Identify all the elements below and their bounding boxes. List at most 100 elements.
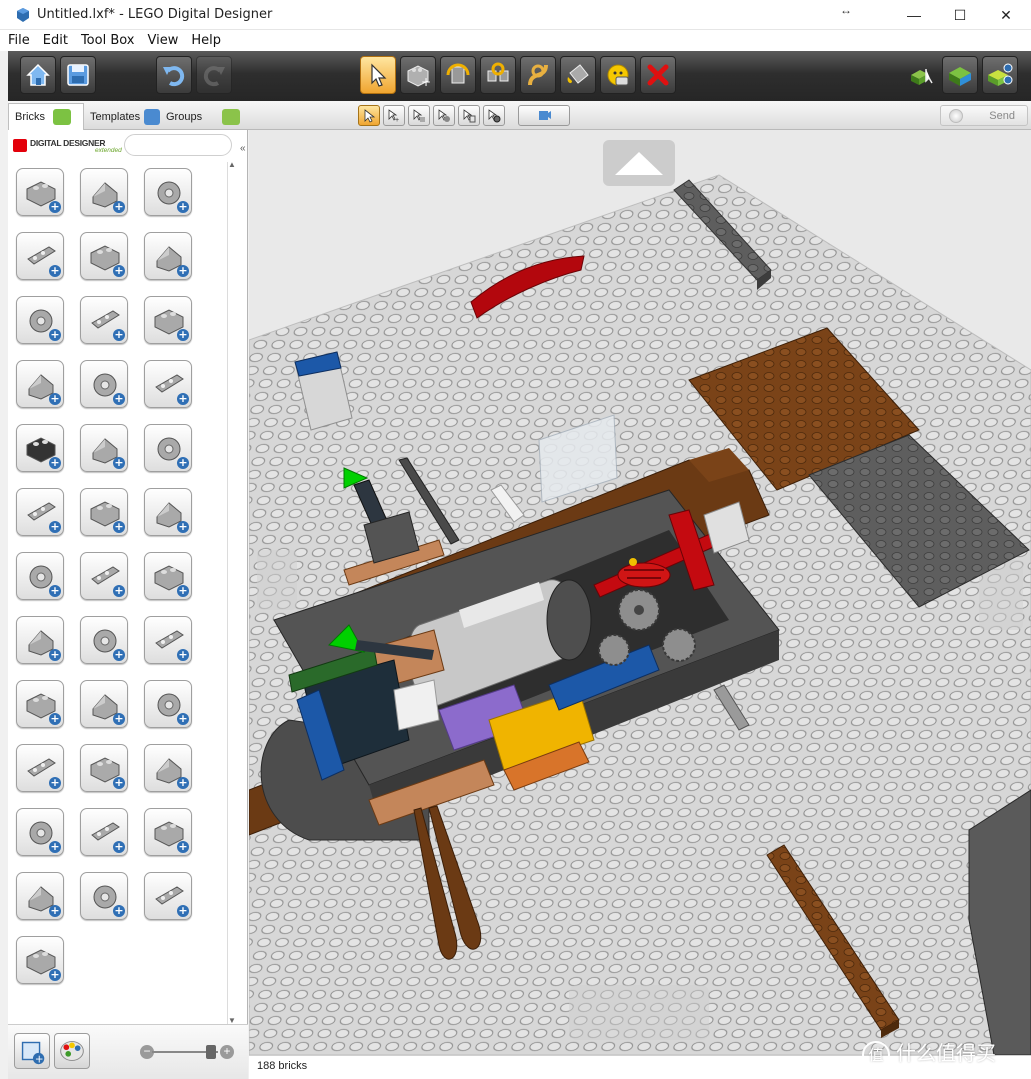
select-same-color-button[interactable]: [433, 105, 455, 126]
grey-gear[interactable]: [618, 589, 660, 631]
palette-brick-frame[interactable]: +: [144, 616, 192, 664]
menu-view[interactable]: View: [148, 33, 179, 48]
palette-brick-steering-wheel[interactable]: +: [80, 680, 128, 728]
palette-brick-slope-brick[interactable]: +: [80, 232, 128, 280]
tab-templates[interactable]: Templates: [84, 103, 160, 130]
build-mode-button[interactable]: [904, 56, 940, 94]
palette-brick-tile-special[interactable]: +: [80, 360, 128, 408]
hinge-align-tool-button[interactable]: [480, 56, 516, 94]
palette-brick-technic-liftarm[interactable]: +: [16, 488, 64, 536]
templates-tab-icon: [144, 108, 160, 125]
palette-brick-hose-reel[interactable]: +: [16, 744, 64, 792]
camera-pan-up-icon[interactable]: [603, 140, 675, 186]
palette-brick-track[interactable]: +: [144, 680, 192, 728]
building-guide-button[interactable]: [982, 56, 1018, 94]
palette-brick-curved-panel[interactable]: +: [16, 552, 64, 600]
camera-reset-button[interactable]: [518, 105, 570, 126]
hinge-tool-button[interactable]: [440, 56, 476, 94]
send-icon: [949, 109, 963, 123]
palette-brick-wedge-brick[interactable]: +: [144, 232, 192, 280]
clone-tool-button[interactable]: +: [400, 56, 436, 94]
palette-brick-wedge-plate[interactable]: +: [144, 296, 192, 344]
delete-tool-button[interactable]: [640, 56, 676, 94]
redo-button[interactable]: [196, 56, 232, 94]
palette-brick-brick-1x4[interactable]: +: [16, 232, 64, 280]
palette-brick-gear[interactable]: +: [144, 488, 192, 536]
send-button[interactable]: Send: [940, 105, 1028, 126]
palette-bottom-bar: + − +: [8, 1024, 248, 1079]
palette-search-input[interactable]: [124, 134, 232, 156]
palette-brick-animal[interactable]: +: [16, 936, 64, 984]
flex-tool-button[interactable]: [520, 56, 556, 94]
palette-brick-minifig[interactable]: +: [80, 744, 128, 792]
palette-scrollbar[interactable]: [227, 162, 237, 1028]
add-brick-icon: +: [113, 200, 125, 213]
select-tool-button[interactable]: [360, 56, 396, 94]
multi-select-button[interactable]: +: [383, 105, 405, 126]
palette-brick-wheel[interactable]: +: [16, 424, 64, 472]
palette-brick-arch-brick[interactable]: +: [16, 296, 64, 344]
select-same-color-shape-button[interactable]: [483, 105, 505, 126]
palette-brick-flex-panel[interactable]: +: [144, 552, 192, 600]
title-bar: Untitled.lxf* - LEGO Digital Designer ↔ …: [0, 0, 1031, 30]
red-worm-gear[interactable]: [617, 562, 671, 588]
palette-brick-wrench[interactable]: +: [16, 616, 64, 664]
palette-brick-technic-beam[interactable]: +: [144, 424, 192, 472]
palette-brick-helmet[interactable]: +: [16, 808, 64, 856]
collapse-palette-icon[interactable]: «: [240, 143, 246, 154]
menu-help[interactable]: Help: [191, 33, 221, 48]
palette-brick-wing[interactable]: +: [16, 680, 64, 728]
palette-brick-accessory[interactable]: +: [144, 872, 192, 920]
yellow-pin[interactable]: [629, 558, 637, 566]
build-viewport[interactable]: [249, 130, 1031, 1055]
palette-brick-brick-2x2[interactable]: +: [16, 168, 64, 216]
palette-brick-axle[interactable]: +: [80, 488, 128, 536]
palette-brick-plate-2x2[interactable]: +: [80, 296, 128, 344]
zoom-thumb[interactable]: [206, 1045, 216, 1059]
paint-palette-button[interactable]: [54, 1033, 90, 1069]
tab-groups[interactable]: Groups: [160, 103, 240, 130]
zoom-in-icon[interactable]: +: [220, 1045, 234, 1059]
maximize-button[interactable]: ☐: [937, 0, 983, 30]
view-mode-button[interactable]: [942, 56, 978, 94]
single-select-button[interactable]: [358, 105, 380, 126]
palette-brick-torso[interactable]: +: [16, 872, 64, 920]
palette-brick-minifig-head[interactable]: +: [144, 744, 192, 792]
select-connected-button[interactable]: [408, 105, 430, 126]
palette-zoom-slider[interactable]: − +: [140, 1045, 234, 1059]
palette-brick-cylinder[interactable]: +: [80, 552, 128, 600]
paint-bucket-button[interactable]: [560, 56, 596, 94]
save-button[interactable]: [60, 56, 96, 94]
scene-canvas[interactable]: [249, 130, 1031, 1055]
close-button[interactable]: ✕: [983, 0, 1029, 30]
camera-zoom-controls-icon[interactable]: [569, 985, 709, 1040]
undo-button[interactable]: [156, 56, 192, 94]
palette-brick-vehicle-part[interactable]: +: [80, 616, 128, 664]
add-brick-icon: +: [49, 584, 61, 597]
palette-brick-round-brick[interactable]: +: [80, 168, 128, 216]
add-brick-icon: +: [113, 456, 125, 469]
add-brick-icon: +: [177, 904, 189, 917]
palette-brick-bracket-plate[interactable]: +: [16, 360, 64, 408]
add-brick-icon: +: [177, 328, 189, 341]
palette-brick-technic-connector[interactable]: +: [80, 424, 128, 472]
palette-brick-hammer[interactable]: +: [80, 872, 128, 920]
palette-brick-hat[interactable]: +: [80, 808, 128, 856]
minimize-button[interactable]: —: [891, 0, 937, 30]
home-button[interactable]: [20, 56, 56, 94]
flex-tool-icon: [528, 64, 548, 86]
palette-brick-skeleton[interactable]: +: [144, 808, 192, 856]
tab-bricks[interactable]: Bricks: [8, 103, 84, 130]
close-icon: ✕: [1000, 6, 1012, 23]
palette-brick-technic-brick-round[interactable]: +: [144, 168, 192, 216]
add-model-button[interactable]: +: [14, 1033, 50, 1069]
hide-tool-button[interactable]: [600, 56, 636, 94]
menu-toolbox[interactable]: Tool Box: [81, 33, 135, 48]
add-brick-icon: +: [113, 584, 125, 597]
select-same-shape-button[interactable]: [458, 105, 480, 126]
add-brick-icon: +: [113, 904, 125, 917]
palette-brick-door-panel[interactable]: +: [144, 360, 192, 408]
menu-file[interactable]: File: [8, 33, 30, 48]
menu-edit[interactable]: Edit: [43, 33, 68, 48]
camera-rotate-left-icon[interactable]: [257, 550, 297, 610]
